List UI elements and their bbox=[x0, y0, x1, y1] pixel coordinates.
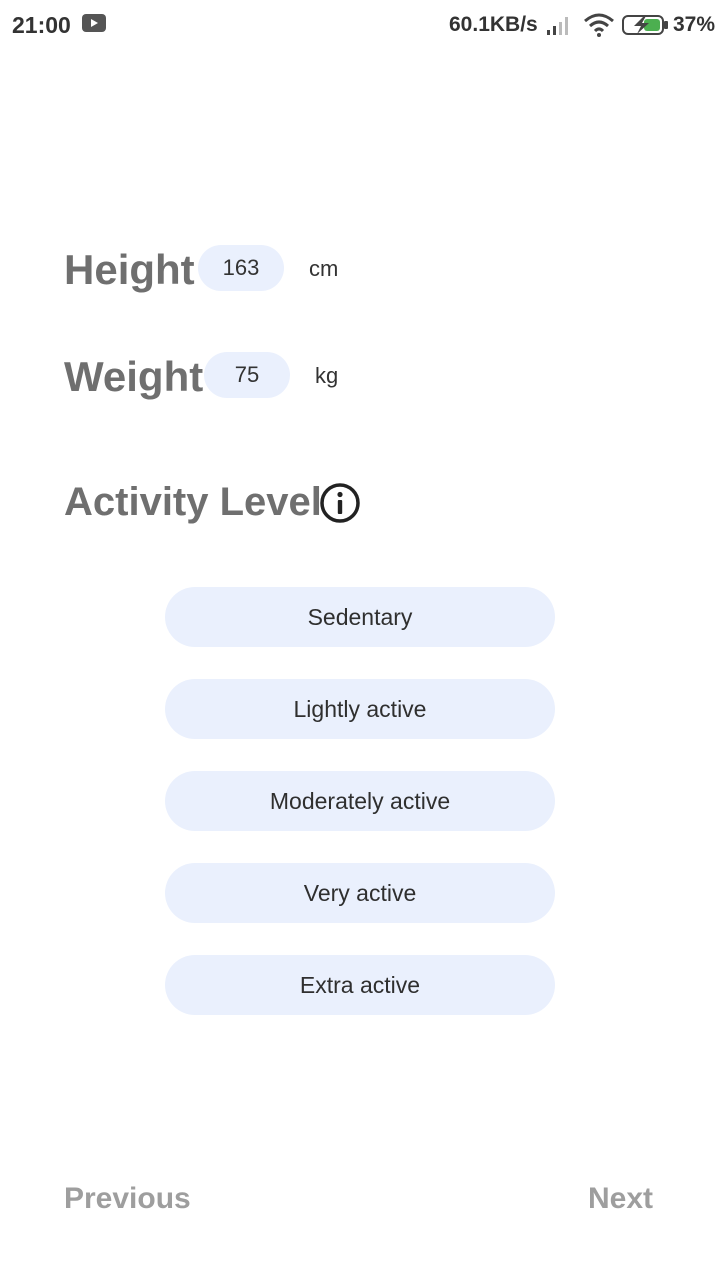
activity-option-sedentary[interactable]: Sedentary bbox=[165, 587, 555, 647]
signal-icon bbox=[547, 17, 568, 35]
battery-charging-icon bbox=[622, 15, 668, 35]
weight-unit: kg bbox=[315, 363, 339, 388]
status-bar: 21:00 60.1KB/s 37% bbox=[0, 0, 720, 52]
status-time: 21:00 bbox=[12, 12, 71, 38]
wifi-icon bbox=[584, 13, 614, 37]
info-icon[interactable] bbox=[319, 482, 361, 524]
activity-option-extra-active[interactable]: Extra active bbox=[165, 955, 555, 1015]
weight-label: Weight bbox=[64, 353, 204, 400]
youtube-icon bbox=[82, 14, 106, 32]
height-label: Height bbox=[64, 246, 195, 293]
network-speed: 60.1KB/s bbox=[449, 13, 538, 36]
weight-input[interactable]: 75 bbox=[204, 352, 290, 398]
activity-option-moderately-active[interactable]: Moderately active bbox=[165, 771, 555, 831]
activity-option-very-active[interactable]: Very active bbox=[165, 863, 555, 923]
battery-percent: 37% bbox=[673, 13, 716, 36]
activity-option-lightly-active[interactable]: Lightly active bbox=[165, 679, 555, 739]
height-input[interactable]: 163 bbox=[198, 245, 284, 291]
next-button[interactable]: Next bbox=[588, 1182, 653, 1216]
activity-level-title: Activity Level bbox=[64, 480, 322, 524]
height-unit: cm bbox=[309, 256, 339, 281]
previous-button[interactable]: Previous bbox=[64, 1182, 191, 1216]
screen: 21:00 60.1KB/s 37% Height 163 cm Weight … bbox=[0, 0, 720, 1280]
